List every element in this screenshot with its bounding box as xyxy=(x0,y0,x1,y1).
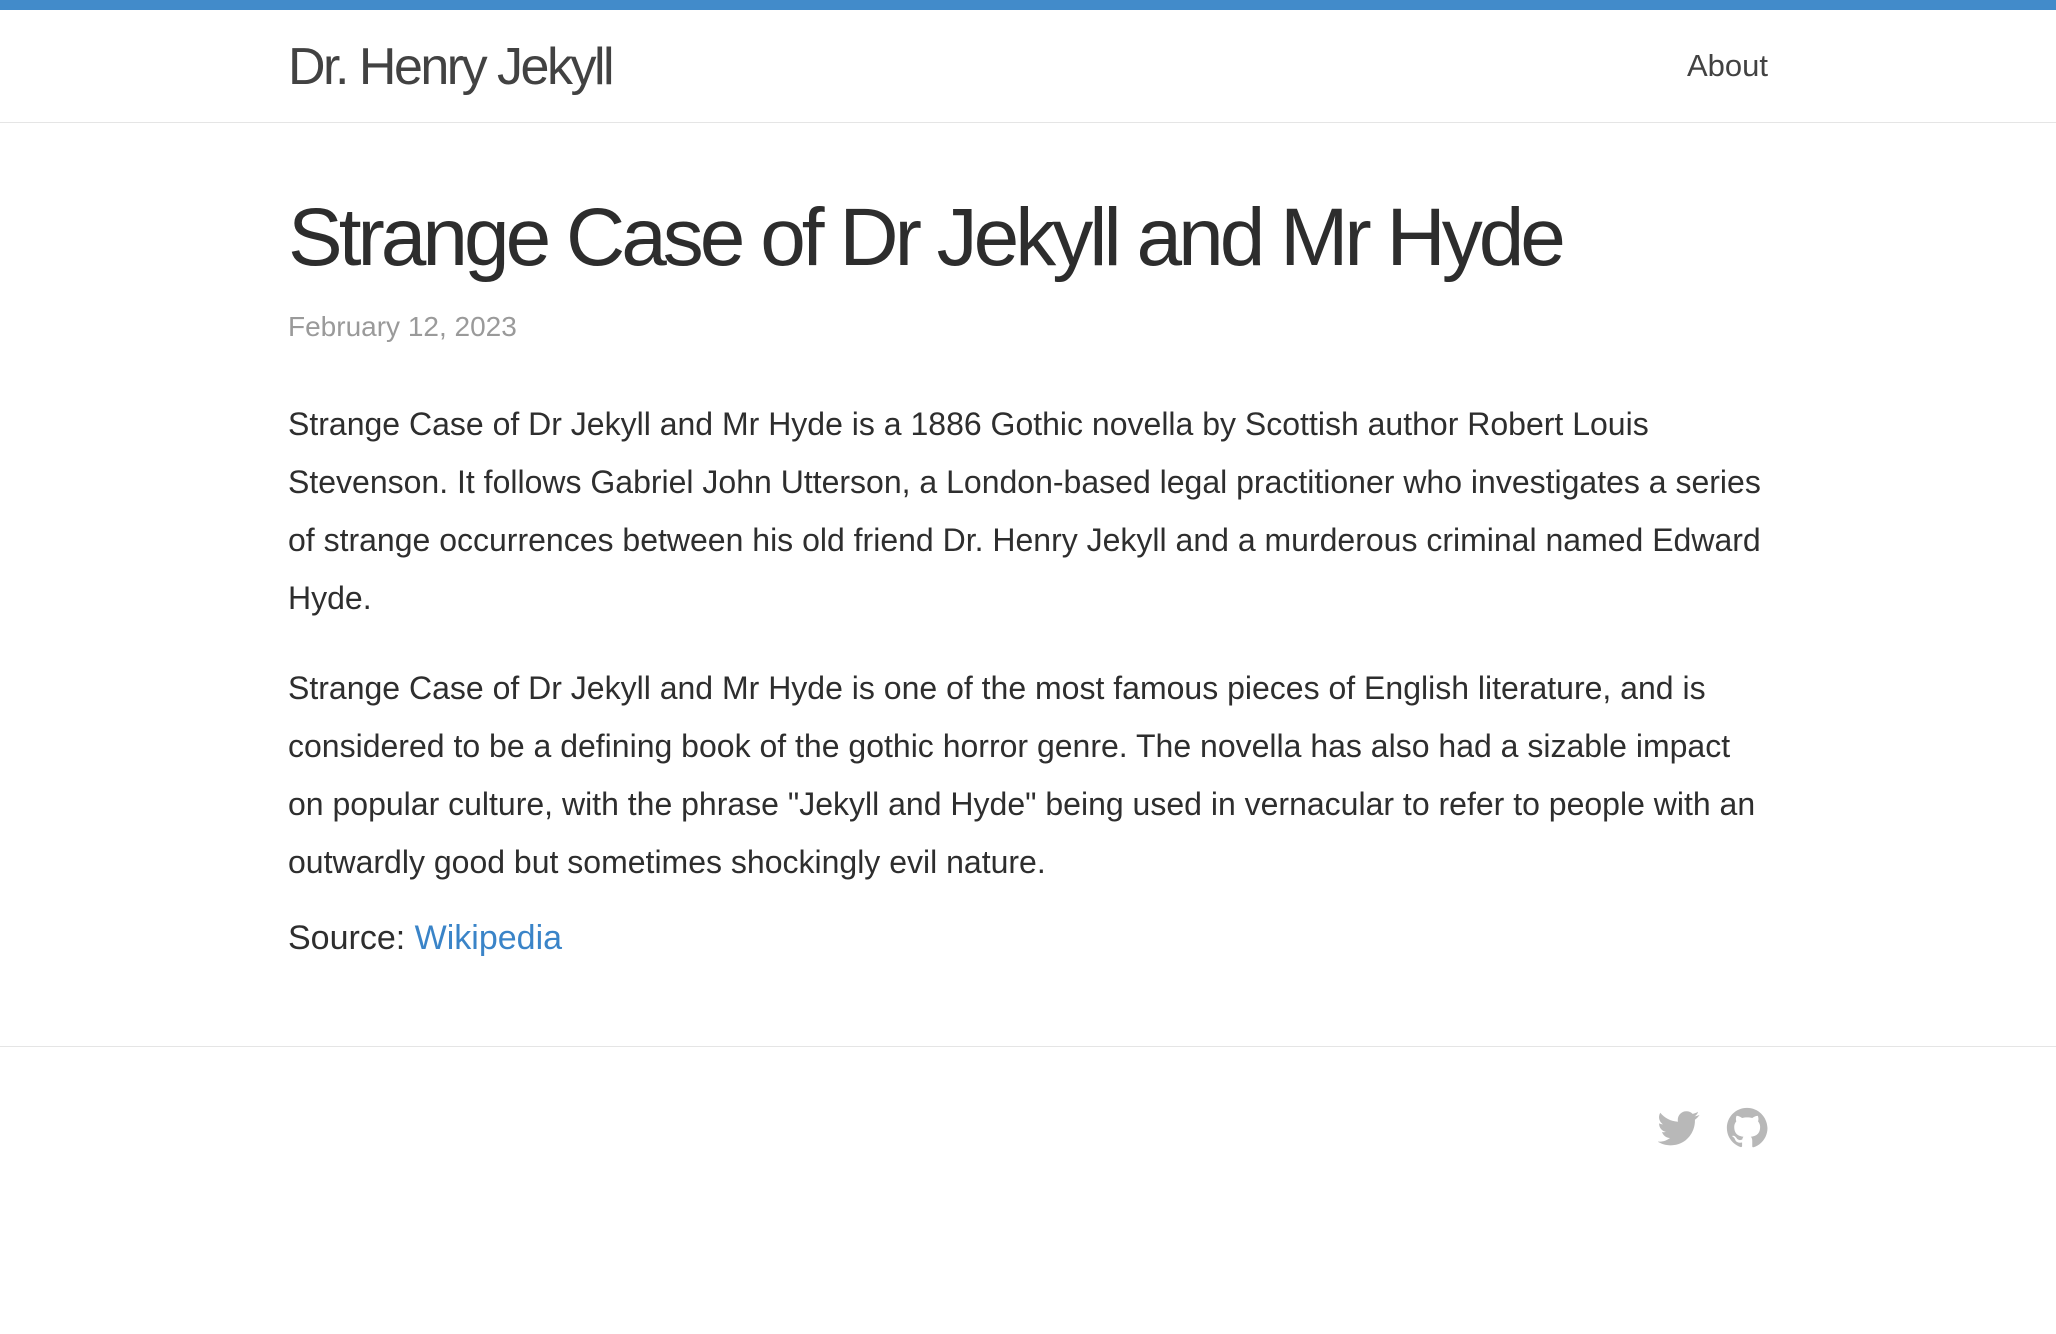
post-paragraph: Strange Case of Dr Jekyll and Mr Hyde is… xyxy=(288,670,1756,881)
source-prefix: Source: xyxy=(288,919,406,958)
site-footer xyxy=(0,1046,2056,1247)
main-content: Strange Case of Dr Jekyll and Mr Hyde Fe… xyxy=(288,123,1768,958)
github-link[interactable] xyxy=(1726,1107,1768,1149)
source-line: Source: Wikipedia xyxy=(288,919,1768,958)
post-title: Strange Case of Dr Jekyll and Mr Hyde xyxy=(288,192,1566,283)
site-header: Dr. Henry Jekyll About xyxy=(0,10,2056,123)
wikipedia-link[interactable]: Wikipedia xyxy=(415,919,562,957)
social-links xyxy=(1657,1107,1768,1149)
post-paragraph: Strange Case of Dr Jekyll and Mr Hyde is… xyxy=(288,406,1761,617)
top-accent-bar xyxy=(0,0,2056,10)
twitter-icon xyxy=(1657,1111,1700,1146)
nav-link-about[interactable]: About xyxy=(1687,48,1768,83)
site-title-link[interactable]: Dr. Henry Jekyll xyxy=(288,36,615,98)
twitter-link[interactable] xyxy=(1657,1107,1700,1149)
site-nav: About xyxy=(1687,48,1768,84)
post-date: February 12, 2023 xyxy=(288,311,517,343)
post: Strange Case of Dr Jekyll and Mr Hyde Fe… xyxy=(288,123,1768,958)
post-content: Strange Case of Dr Jekyll and Mr Hyde is… xyxy=(288,395,1768,958)
github-icon xyxy=(1726,1107,1768,1148)
